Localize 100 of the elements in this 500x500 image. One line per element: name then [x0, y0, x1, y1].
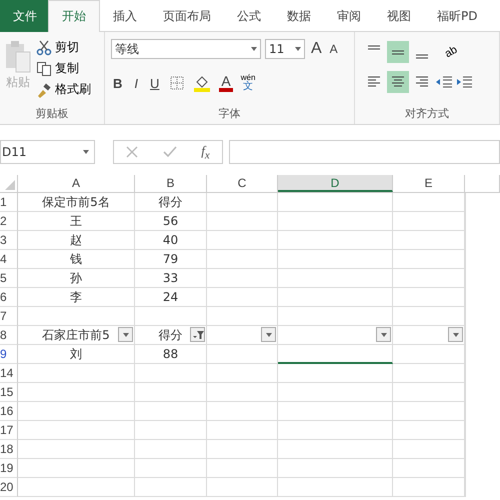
table-cell	[393, 212, 465, 231]
filter-dropdown[interactable]	[118, 327, 133, 342]
table-cell	[135, 440, 207, 459]
table-cell: 得分	[135, 326, 207, 345]
table-cell: 孙	[18, 269, 135, 288]
row-header[interactable]: 9	[0, 345, 18, 364]
table-cell	[207, 288, 278, 307]
table-cell: 李	[18, 288, 135, 307]
formula-input[interactable]	[229, 140, 500, 164]
table-cell: 赵	[18, 231, 135, 250]
italic-button[interactable]: I	[132, 76, 140, 90]
row-header[interactable]: 16	[0, 402, 18, 421]
table-cell	[393, 193, 465, 212]
table-cell	[207, 459, 278, 478]
table-cell	[393, 402, 465, 421]
table-cell: 88	[135, 345, 207, 364]
ribbon-tab[interactable]: 福昕PD	[424, 0, 490, 32]
ribbon-tab[interactable]: 文件	[0, 0, 48, 32]
table-cell	[207, 269, 278, 288]
ribbon-tab[interactable]: 审阅	[324, 0, 374, 32]
table-cell: 得分	[135, 193, 207, 212]
table-cell	[207, 421, 278, 440]
filter-dropdown[interactable]	[376, 327, 391, 342]
insert-function-button[interactable]: f$_{x}$	[201, 142, 210, 162]
align-icon	[390, 50, 406, 54]
column-header[interactable]: B	[135, 175, 207, 192]
phonetic-button[interactable]: wén 文	[240, 74, 256, 92]
table-cell	[207, 440, 278, 459]
ribbon-tab[interactable]: 数据	[274, 0, 324, 32]
table-cell	[207, 231, 278, 250]
table-cell	[393, 269, 465, 288]
underline-button[interactable]: U	[148, 76, 162, 90]
filter-dropdown[interactable]	[190, 327, 205, 342]
row-header[interactable]: 14	[0, 364, 18, 383]
font-size-field[interactable]: 11	[265, 39, 305, 59]
vertical-align-button[interactable]	[387, 41, 409, 63]
scissors-icon	[36, 40, 52, 56]
indent-icon[interactable]	[455, 74, 473, 90]
row-header[interactable]: 1	[0, 193, 18, 212]
table-cell	[393, 250, 465, 269]
table-cell	[207, 478, 278, 497]
column-header[interactable]: D	[278, 175, 393, 192]
align-icon	[414, 54, 430, 59]
row-header[interactable]: 7	[0, 307, 18, 326]
fill-color-icon[interactable]	[193, 74, 212, 92]
row-header[interactable]: 4	[0, 250, 18, 269]
bold-button[interactable]: B	[111, 76, 124, 90]
ribbon-tab[interactable]: 开始	[48, 0, 100, 32]
orientation-button[interactable]: ab	[442, 44, 460, 60]
group-label: 字体	[218, 106, 242, 121]
row-header[interactable]: 2	[0, 212, 18, 231]
table-cell	[393, 478, 465, 497]
table-cell	[135, 402, 207, 421]
font-name-field[interactable]: 等线	[111, 39, 261, 59]
font-color-button[interactable]: A	[219, 74, 233, 92]
name-box[interactable]: D11	[0, 140, 95, 164]
filter-dropdown[interactable]	[448, 327, 463, 342]
column-header[interactable]: A	[18, 175, 135, 192]
table-cell: 40	[135, 231, 207, 250]
row-header[interactable]: 17	[0, 421, 18, 440]
row-header[interactable]: 19	[0, 459, 18, 478]
row-header[interactable]: 18	[0, 440, 18, 459]
row-header[interactable]: 20	[0, 478, 18, 497]
table-cell	[135, 307, 207, 326]
table-cell	[393, 440, 465, 459]
horizontal-align-button[interactable]	[387, 71, 409, 93]
ribbon-tab[interactable]: 公式	[224, 0, 274, 32]
table-cell	[135, 364, 207, 383]
table-cell: 33	[135, 269, 207, 288]
copy-icon	[36, 60, 52, 76]
row-header[interactable]: 3	[0, 231, 18, 250]
clipboard-button[interactable]: 复制	[36, 59, 91, 78]
clipboard-button[interactable]: 剪切	[36, 38, 91, 57]
filter-dropdown[interactable]	[261, 327, 276, 342]
table-cell	[207, 250, 278, 269]
border-icon[interactable]	[169, 75, 186, 91]
table-cell: 钱	[18, 250, 135, 269]
group-label: 剪贴板	[34, 106, 70, 121]
check-icon[interactable]	[162, 146, 177, 158]
row-header[interactable]: 15	[0, 383, 18, 402]
ribbon-tab[interactable]: 视图	[374, 0, 424, 32]
shrink-font-button[interactable]: A	[328, 42, 340, 56]
row-header[interactable]: 8	[0, 326, 18, 345]
brush-icon	[36, 82, 52, 98]
table-cell	[393, 364, 465, 383]
column-header[interactable]: E	[393, 175, 465, 192]
table-cell	[135, 383, 207, 402]
row-header[interactable]: 5	[0, 269, 18, 288]
clipboard-button[interactable]: 格式刷	[36, 80, 91, 99]
table-cell	[393, 421, 465, 440]
ribbon-tab[interactable]: 插入	[100, 0, 150, 32]
table-cell	[135, 459, 207, 478]
table-cell	[207, 383, 278, 402]
table-cell: 石家庄市前5	[18, 326, 135, 345]
indent-icon[interactable]	[435, 74, 453, 90]
row-header[interactable]: 6	[0, 288, 18, 307]
ribbon-tab[interactable]: 页面布局	[150, 0, 224, 32]
grow-font-button[interactable]: A	[309, 40, 324, 58]
table-cell: 保定市前5名	[18, 193, 135, 212]
table-cell: 24	[135, 288, 207, 307]
